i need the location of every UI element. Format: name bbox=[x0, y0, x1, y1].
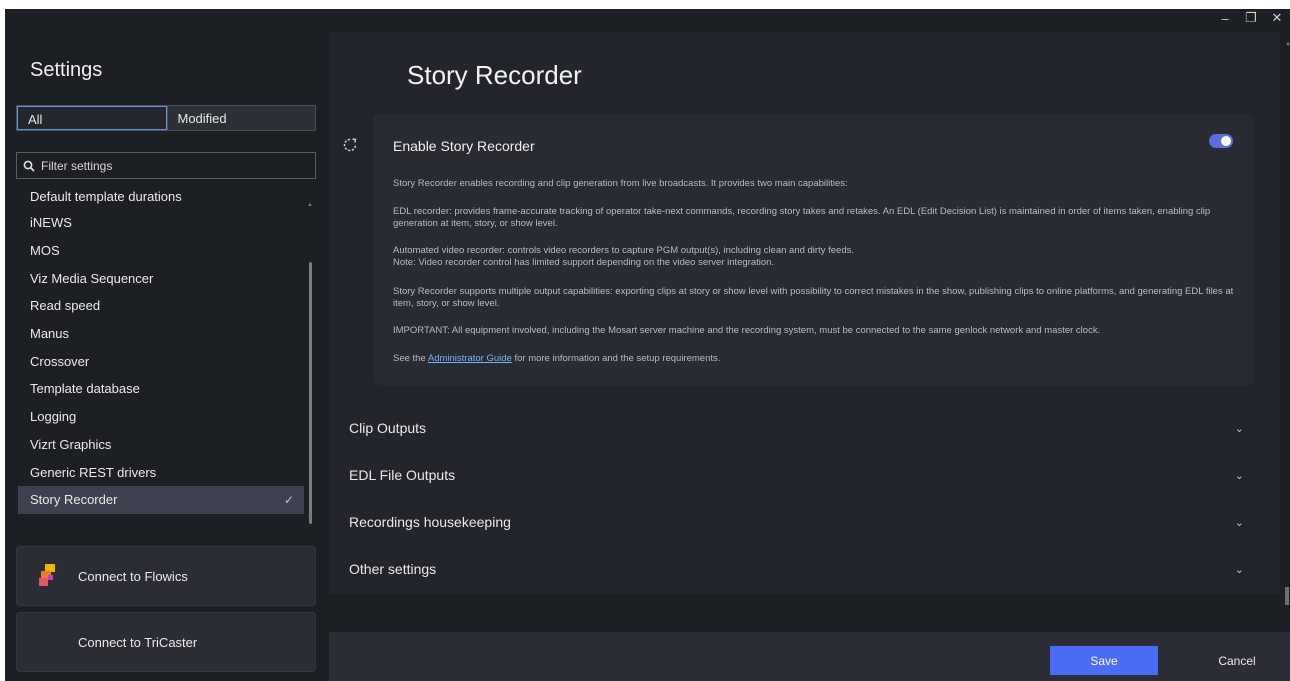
settings-nav-list: Default template durations iNEWS MOS Viz… bbox=[18, 189, 304, 523]
reset-icon[interactable] bbox=[343, 138, 357, 152]
sidebar-item-manus[interactable]: Manus bbox=[18, 320, 304, 348]
sidebar-item-logging[interactable]: Logging bbox=[18, 403, 304, 431]
description-outputs: Story Recorder supports multiple output … bbox=[393, 286, 1234, 309]
description-guide: See the Administrator Guide for more inf… bbox=[393, 353, 1243, 365]
footer-bar: Save Cancel bbox=[329, 632, 1290, 681]
sidebar-item-generic-rest-drivers[interactable]: Generic REST drivers bbox=[18, 458, 304, 486]
main-panel: Story Recorder Enable Story Recorder Sto… bbox=[329, 32, 1280, 594]
description-edl-recorder: EDL recorder: provides frame-accurate tr… bbox=[393, 206, 1211, 229]
administrator-guide-link[interactable]: Administrator Guide bbox=[428, 353, 512, 364]
close-icon[interactable]: ✕ bbox=[1264, 9, 1290, 27]
chevron-down-icon: ⌄ bbox=[1234, 469, 1244, 482]
connect-tricaster-label: Connect to TriCaster bbox=[78, 634, 198, 650]
sidebar-item-crossover[interactable]: Crossover bbox=[18, 347, 304, 375]
tab-modified[interactable]: Modified bbox=[166, 106, 315, 130]
sidebar-item-inews[interactable]: iNEWS bbox=[18, 209, 304, 237]
enable-story-recorder-card: Enable Story Recorder Story Recorder ena… bbox=[373, 114, 1254, 385]
chevron-down-icon: ⌄ bbox=[1234, 422, 1244, 435]
section-other-settings[interactable]: Other settings ⌄ bbox=[349, 557, 1244, 581]
tab-all[interactable]: All bbox=[17, 106, 167, 130]
chevron-down-icon: ⌄ bbox=[1234, 563, 1244, 576]
enable-story-recorder-toggle[interactable] bbox=[1209, 134, 1233, 148]
chevron-down-icon: ⌄ bbox=[1234, 516, 1244, 529]
filter-tabs: All Modified bbox=[16, 105, 316, 131]
guide-suffix: for more information and the setup requi… bbox=[511, 353, 721, 364]
section-edl-file-outputs[interactable]: EDL File Outputs ⌄ bbox=[349, 463, 1244, 487]
save-button[interactable]: Save bbox=[1050, 646, 1158, 675]
enable-story-recorder-label: Enable Story Recorder bbox=[393, 138, 535, 154]
page-title: Story Recorder bbox=[407, 60, 582, 90]
section-label: Recordings housekeeping bbox=[349, 514, 511, 530]
sidebar-item-story-recorder[interactable]: Story Recorder ✓ bbox=[18, 485, 304, 514]
sidebar-item-default-template-durations[interactable]: Default template durations bbox=[18, 189, 304, 209]
sidebar-item-viz-media-sequencer[interactable]: Viz Media Sequencer bbox=[18, 264, 304, 292]
restore-icon[interactable]: ❐ bbox=[1238, 9, 1264, 27]
flowics-logo-icon bbox=[39, 564, 55, 586]
sidebar-item-template-database[interactable]: Template database bbox=[18, 375, 304, 403]
section-label: Clip Outputs bbox=[349, 420, 427, 436]
sidebar-item-read-speed[interactable]: Read speed bbox=[18, 292, 304, 320]
scroll-down-arrow-icon[interactable]: ▼ bbox=[307, 515, 313, 521]
toggle-knob bbox=[1221, 136, 1231, 146]
settings-sidebar: Settings All Modified Default template d… bbox=[5, 9, 328, 681]
cancel-button[interactable]: Cancel bbox=[1189, 646, 1285, 675]
filter-settings-input[interactable] bbox=[41, 158, 301, 173]
section-label: EDL File Outputs bbox=[349, 467, 456, 483]
filter-settings-field[interactable] bbox=[16, 152, 316, 179]
sidebar-scrollbar[interactable] bbox=[309, 262, 312, 524]
description-video-recorder: Automated video recorder: controls video… bbox=[393, 245, 854, 256]
sidebar-item-label: Story Recorder bbox=[30, 492, 118, 508]
window-controls: – ❐ ✕ bbox=[1212, 9, 1290, 27]
sidebar-item-mos[interactable]: MOS bbox=[18, 237, 304, 265]
description-intro: Story Recorder enables recording and cli… bbox=[393, 178, 848, 189]
sidebar-item-vizrt-graphics[interactable]: Vizrt Graphics bbox=[18, 431, 304, 459]
main-scroll-up-icon[interactable]: ▲ bbox=[1285, 41, 1290, 47]
main-scrollbar[interactable] bbox=[1285, 587, 1289, 605]
connect-flowics-button[interactable]: Connect to Flowics bbox=[16, 546, 316, 606]
search-icon bbox=[23, 160, 35, 172]
section-recordings-housekeeping[interactable]: Recordings housekeeping ⌄ bbox=[349, 510, 1244, 534]
minimize-icon[interactable]: – bbox=[1212, 9, 1238, 27]
check-icon: ✓ bbox=[283, 492, 294, 507]
section-label: Other settings bbox=[349, 561, 437, 577]
scroll-up-arrow-icon[interactable]: ▲ bbox=[307, 202, 313, 208]
connect-flowics-label: Connect to Flowics bbox=[78, 568, 188, 584]
description-note: Note: Video recorder control has limited… bbox=[393, 257, 775, 268]
sidebar-title: Settings bbox=[30, 59, 103, 81]
guide-prefix: See the bbox=[393, 353, 428, 364]
connect-tricaster-button[interactable]: Connect to TriCaster bbox=[16, 612, 316, 672]
description-important: IMPORTANT: All equipment involved, inclu… bbox=[393, 325, 1101, 336]
app-window: – ❐ ✕ Settings All Modified Default temp… bbox=[5, 9, 1290, 681]
section-clip-outputs[interactable]: Clip Outputs ⌄ bbox=[349, 416, 1244, 440]
